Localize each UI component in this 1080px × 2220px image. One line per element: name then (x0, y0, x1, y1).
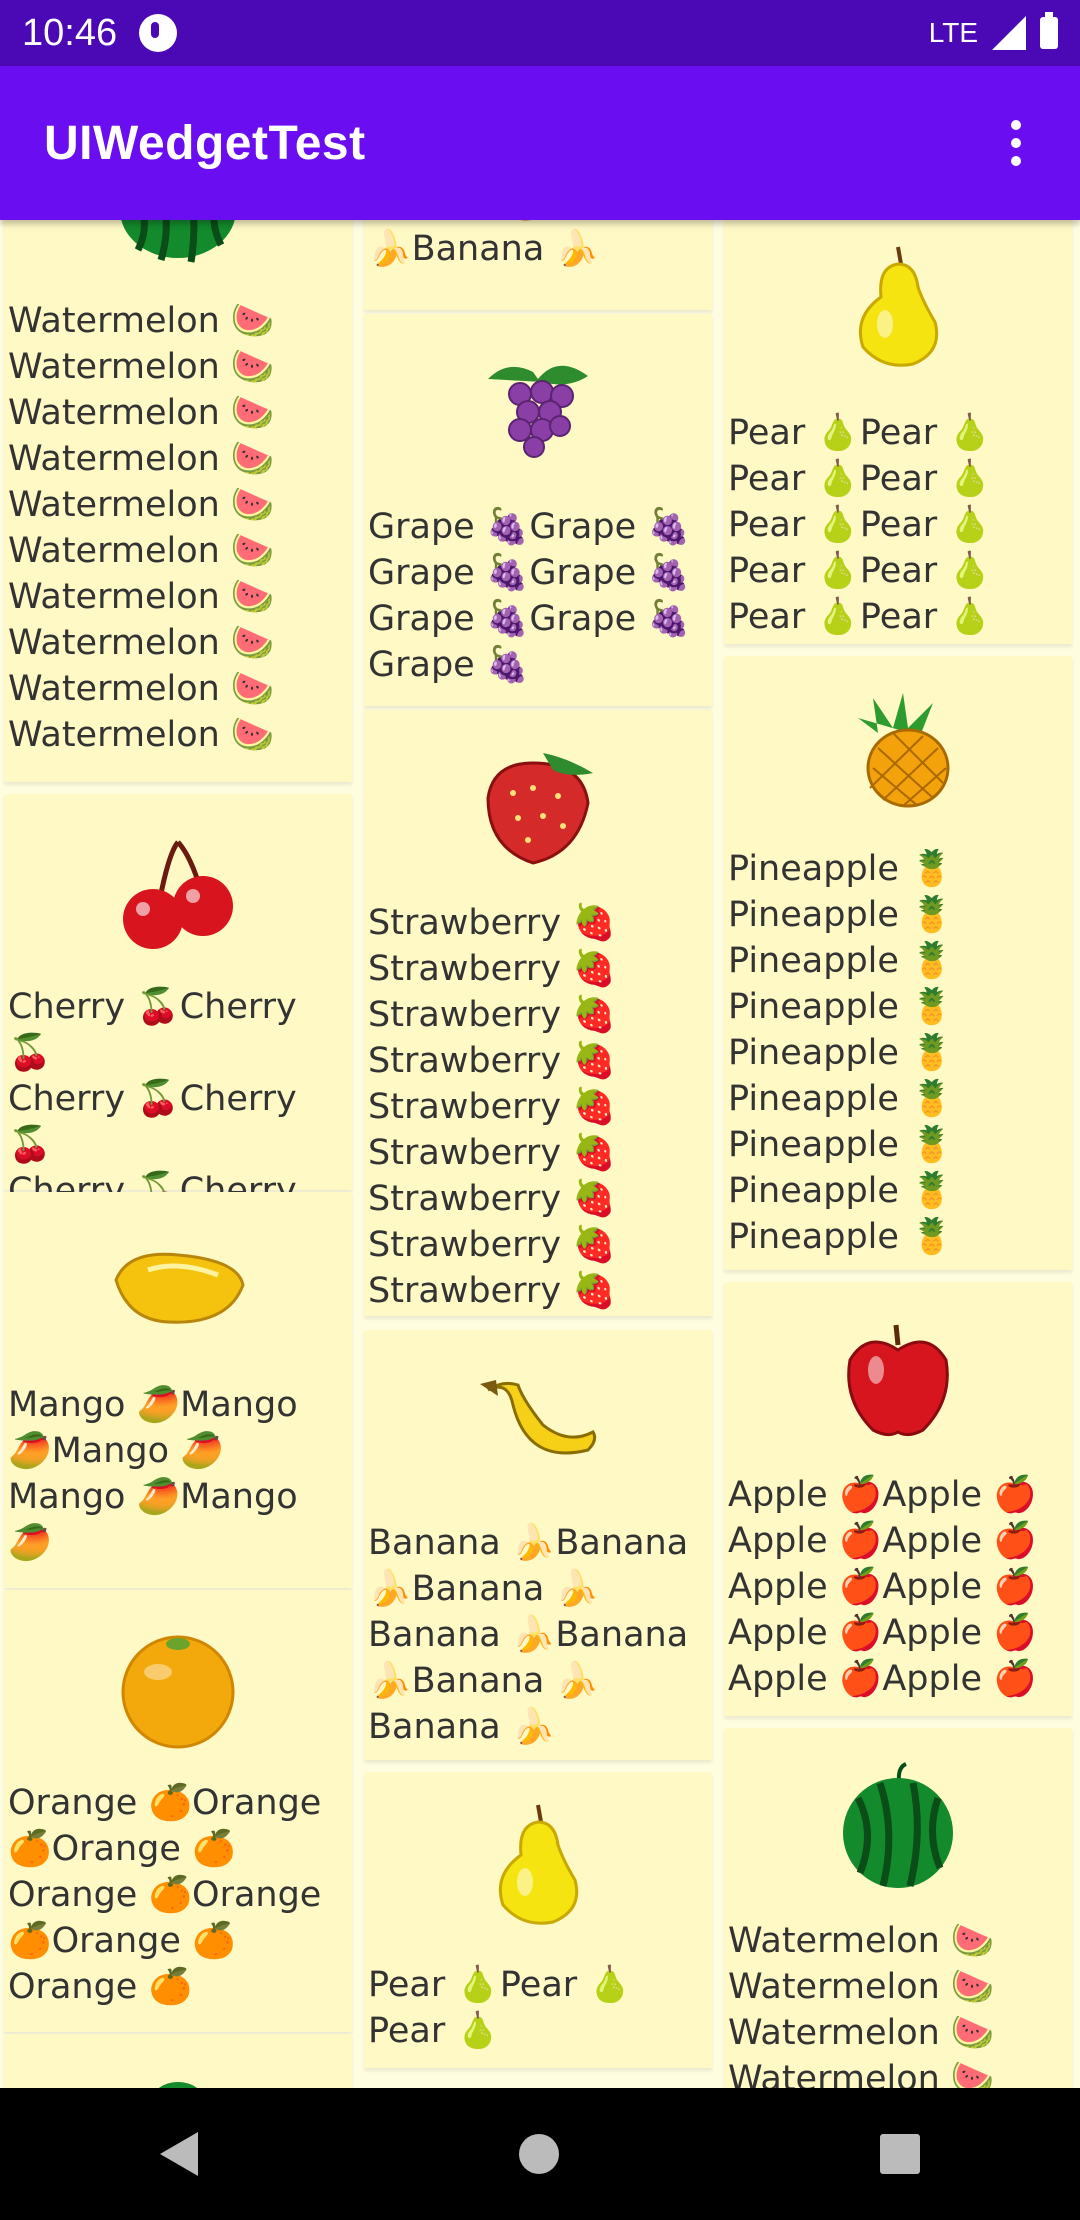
signal-icon (992, 16, 1026, 50)
fruit-card-text: Mango 🥭Mango 🥭Mango 🥭 Mango 🥭Mango 🥭 (8, 1385, 298, 1563)
fruit-card-text: Watermelon 🍉 Watermelon 🍉 Watermelon 🍉 W… (8, 301, 275, 755)
fruit-card-strawberry[interactable]: Strawberry 🍓 Strawberry 🍓 Strawberry 🍓 S… (364, 710, 712, 1316)
fruit-card-watermelon[interactable]: Watermelon 🍉 Watermelon 🍉 Watermelon 🍉 W… (724, 1728, 1072, 2088)
fruit-grid[interactable]: Watermelon 🍉 Watermelon 🍉 Watermelon 🍉 W… (0, 220, 1080, 2088)
fruit-card-pineapple[interactable]: Pineapple 🍍 Pineapple 🍍 Pineapple 🍍 Pine… (724, 656, 1072, 1270)
fruit-card-text: Banana 🍌Banana 🍌Banana 🍌 Banana 🍌Banana … (368, 1523, 689, 1747)
watermelon-icon (843, 1762, 953, 1888)
fruit-card-watermelon[interactable]: Watermelon 🍉 Watermelon 🍉 Watermelon 🍉 W… (4, 220, 352, 782)
fruit-card-pear[interactable]: Pear 🍐Pear 🍐 Pear 🍐 (364, 1772, 712, 2068)
fruit-card-text: Pear 🍐Pear 🍐 Pear 🍐Pear 🍐 Pear 🍐Pear 🍐 P… (728, 413, 992, 637)
battery-icon (1040, 12, 1058, 49)
fruit-card-text: Pear 🍐Pear 🍐 Pear 🍐 (368, 1965, 632, 2051)
status-time: 10:46 (22, 11, 118, 54)
system-navigation-bar (0, 2088, 1080, 2220)
fruit-card-banana[interactable]: Banana 🍌Banana 🍌Banana 🍌 Banana 🍌Banana … (364, 1330, 712, 1760)
overflow-menu-icon[interactable] (996, 120, 1036, 166)
banana-icon (480, 1380, 597, 1455)
fruit-card-pear[interactable]: Pear 🍐Pear 🍐 Pear 🍐Pear 🍐 Pear 🍐Pear 🍐 P… (724, 220, 1072, 644)
status-bar: 10:46 LTE (0, 0, 1080, 66)
fruit-card-text: Grape 🍇Grape 🍇 Grape 🍇Grape 🍇 Grape 🍇Gra… (368, 507, 691, 685)
fruit-card-orange[interactable]: Orange 🍊Orange 🍊Orange 🍊 Orange 🍊Orange … (4, 1590, 352, 2032)
fruit-card-text: Strawberry 🍓 Strawberry 🍓 Strawberry 🍓 S… (368, 903, 616, 1311)
pineapple-icon (858, 693, 950, 808)
grape-icon (488, 365, 588, 458)
recents-icon[interactable] (879, 2134, 920, 2174)
watermelon-icon (158, 2082, 198, 2088)
mango-icon (114, 1252, 245, 1324)
notification-icon (139, 14, 178, 52)
pear-icon (498, 1804, 579, 1925)
fruit-card-text: Orange 🍊Orange 🍊Orange 🍊 Orange 🍊Orange … (8, 1783, 322, 2007)
fruit-card-text: Apple 🍎Apple 🍎 Apple 🍎Apple 🍎 Apple 🍎App… (728, 1475, 1037, 1699)
fruit-card-apple[interactable]: Apple 🍎Apple 🍎 Apple 🍎Apple 🍎 Apple 🍎App… (724, 1282, 1072, 1716)
fruit-card-next[interactable] (4, 2034, 352, 2088)
orange-icon (121, 1635, 235, 1749)
fruit-card-text: Watermelon 🍉 Watermelon 🍉 Watermelon 🍉 W… (728, 1921, 995, 2088)
apple-icon (847, 1324, 949, 1437)
fruit-card-grape[interactable]: Grape 🍇Grape 🍇 Grape 🍇Grape 🍇 Grape 🍇Gra… (364, 314, 712, 706)
pear-icon (858, 246, 939, 367)
fruit-card-text: Banana 🍌Banana 🍌Banana 🍌 (368, 220, 688, 269)
app-bar: UIWedgetTest (0, 66, 1080, 220)
fruit-card-cherry[interactable]: Cherry 🍒Cherry 🍒 Cherry 🍒Cherry 🍒 Cherry… (4, 794, 352, 1303)
back-icon[interactable] (160, 2132, 199, 2176)
fruit-card-mango[interactable]: Mango 🥭Mango 🥭Mango 🥭 Mango 🥭Mango 🥭 (4, 1192, 352, 1588)
home-icon[interactable] (518, 2134, 559, 2174)
strawberry-icon (486, 753, 593, 865)
fruit-card-banana[interactable]: Banana 🍌Banana 🍌Banana 🍌 (364, 220, 712, 310)
network-label: LTE (928, 17, 978, 48)
fruit-card-text: Pineapple 🍍 Pineapple 🍍 Pineapple 🍍 Pine… (728, 849, 954, 1257)
cherry-icon (123, 840, 233, 949)
app-title: UIWedgetTest (44, 116, 366, 170)
watermelon-icon (121, 220, 235, 263)
